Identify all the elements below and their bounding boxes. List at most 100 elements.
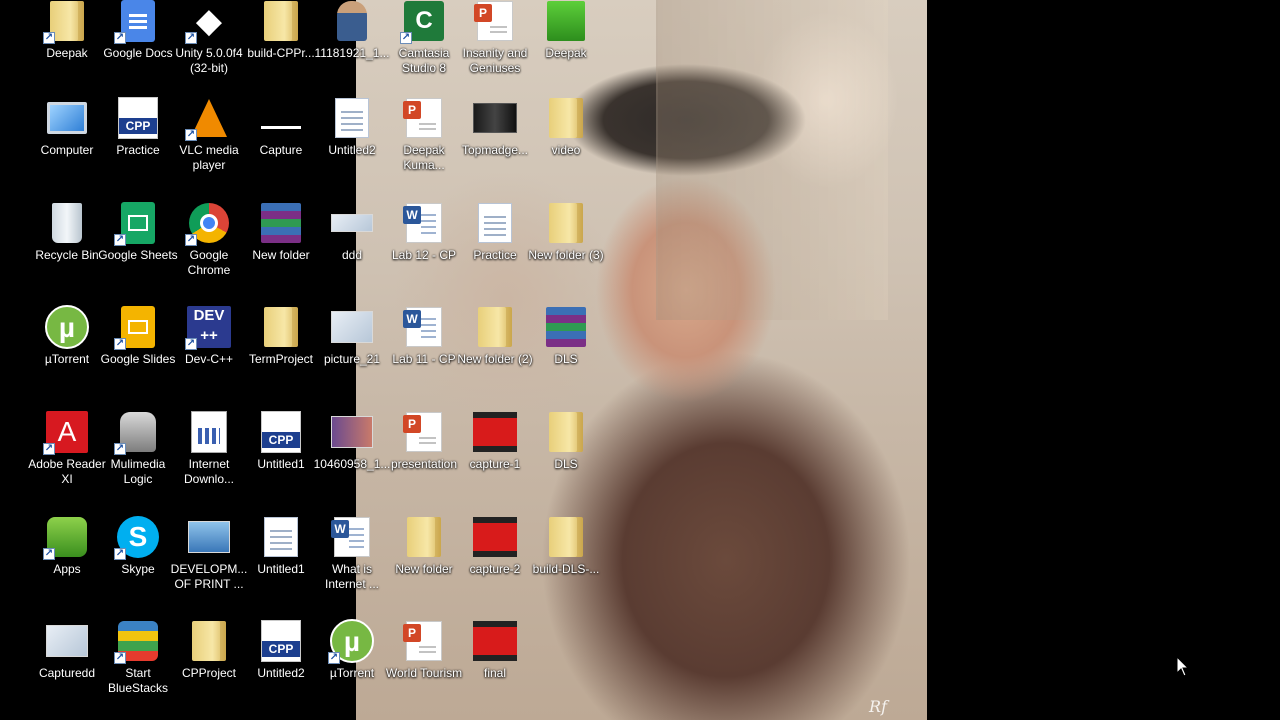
desktop-icon-photo-11181921[interactable]: 11181921_1...: [314, 0, 390, 100]
desktop-icon-label: Google Slides: [100, 352, 176, 366]
desktop-icon-topmadge[interactable]: Topmadge...: [457, 97, 533, 197]
desktop-icon-label: Recycle Bin: [35, 248, 99, 262]
desktop-icon-ddd[interactable]: ddd: [314, 202, 390, 302]
desktop-icon-camtasia[interactable]: C ↗ Camtasia Studio 8: [386, 0, 462, 100]
desktop-icon-untitled2-image[interactable]: Untitled2: [314, 97, 390, 197]
google-docs-icon: ↗: [114, 0, 160, 44]
desktop-icon-what-is-internet[interactable]: What is Internet ...: [314, 516, 390, 616]
desktop-icon-label: Untitled1: [257, 457, 305, 471]
desktop-icon-utorrent-2[interactable]: µ ↗ µTorrent: [314, 619, 390, 720]
desktop-icon-new-folder-2-folder[interactable]: New folder (2): [457, 306, 533, 406]
desktop-icon-label: DEVELOPM... OF PRINT ...: [170, 562, 248, 591]
desktop-icon-start-bluestacks[interactable]: ↗ Start BlueStacks: [100, 620, 176, 720]
desktop-icon-utorrent[interactable]: µ µTorrent: [29, 305, 105, 406]
desktop-icon-label: µTorrent: [44, 352, 90, 366]
green-image-icon: [544, 0, 588, 42]
desktop-icon-capture-1[interactable]: capture-1: [457, 411, 533, 511]
desktop-icon-label: DLS: [554, 352, 578, 366]
desktop-icon-untitled1-image[interactable]: Untitled1: [243, 516, 319, 616]
utorrent-icon: µ ↗: [328, 619, 374, 664]
cpp-file-icon: CPP: [116, 97, 160, 139]
image-icon: [330, 202, 374, 244]
desktop-icon-untitled2-cpp[interactable]: CPP Untitled2: [243, 620, 319, 720]
desktop-icon-new-folder-archive[interactable]: New folder: [243, 202, 319, 302]
desktop-icon-unity[interactable]: ◆ ↗ Unity 5.0.0f4 (32-bit): [171, 0, 247, 100]
desktop-icon-practice-image[interactable]: Practice: [457, 202, 533, 302]
desktop-icon-label: Lab 12 - CP: [391, 248, 457, 262]
desktop-icon-practice-cpp[interactable]: CPP Practice: [100, 97, 176, 197]
image-icon: [259, 516, 303, 558]
desktop-icon-label: World Tourism: [385, 666, 463, 680]
desktop-icon-label: 11181921_1...: [314, 46, 390, 60]
desktop-icon-label: Insanity and Geniuses: [462, 46, 528, 75]
desktop-icon-insanity-geniuses[interactable]: Insanity and Geniuses: [457, 0, 533, 100]
image-icon: [330, 306, 374, 348]
image-icon: [187, 516, 231, 558]
desktop-icon-mulimedia-logic[interactable]: ↗ Mulimedia Logic: [100, 411, 176, 511]
desktop-icon-presentation[interactable]: presentation: [386, 411, 462, 511]
unity-icon: ◆ ↗: [185, 2, 223, 44]
apps-icon: ↗: [43, 516, 89, 560]
desktop-icon-new-folder-2[interactable]: New folder: [386, 516, 462, 616]
desktop-icon-deepak-user[interactable]: ↗ Deepak: [29, 0, 105, 100]
computer-icon: [45, 97, 89, 139]
desktop-icon-lab-11-cp[interactable]: Lab 11 - CP: [386, 306, 462, 406]
desktop-icon-picture-21[interactable]: picture_21: [314, 306, 390, 406]
google-slides-icon: ↗: [114, 306, 160, 350]
desktop-icon-label: New folder: [395, 562, 453, 576]
photo-icon: [330, 411, 374, 453]
desktop-icon-dls-archive[interactable]: DLS: [528, 306, 604, 406]
desktop-icon-label: build-DLS-...: [532, 562, 600, 576]
desktop-icon-label: Lab 11 - CP: [392, 352, 456, 366]
desktop-icon-new-folder-3[interactable]: New folder (3): [528, 202, 604, 302]
desktop-icon-dls-folder[interactable]: DLS: [528, 411, 604, 511]
desktop-icon-label: Mulimedia Logic: [110, 457, 166, 486]
desktop-icon-label: final: [483, 666, 506, 680]
word-icon: [402, 202, 446, 244]
desktop-icon-world-tourism[interactable]: World Tourism: [386, 620, 462, 720]
desktop-icon-capture-2[interactable]: capture-2: [457, 516, 533, 616]
desktop-icon-build-cppr[interactable]: build-CPPr...: [243, 0, 319, 100]
desktop-icon-development-of-print[interactable]: DEVELOPM... OF PRINT ...: [171, 516, 247, 616]
word-icon: [330, 516, 374, 558]
desktop-icon-skype[interactable]: S ↗ Skype: [100, 516, 176, 616]
desktop-icon-adobe-reader[interactable]: A ↗ Adobe Reader XI: [28, 411, 106, 511]
desktop-icon-video-folder[interactable]: video: [528, 97, 604, 197]
video-icon: [473, 620, 517, 662]
desktop-icon-internet-download[interactable]: Internet Downlo...: [171, 411, 247, 511]
powerpoint-icon: [402, 411, 446, 453]
recycle-bin-icon: [45, 202, 89, 244]
desktop-icon-label: Internet Downlo...: [183, 457, 235, 486]
desktop-icon-recycle-bin[interactable]: Recycle Bin: [29, 202, 105, 302]
desktop-icon-label: capture-1: [469, 457, 521, 471]
folder-icon: [544, 411, 588, 453]
desktop-icon-cpproject[interactable]: CPProject: [171, 620, 247, 720]
desktop-icon-computer[interactable]: Computer: [29, 97, 105, 197]
google-sheets-icon: ↗: [114, 202, 160, 246]
desktop-icon-dev-cpp[interactable]: DEV ++ ↗ Dev-C++: [171, 306, 247, 406]
wallpaper-signature: Rf: [869, 697, 887, 716]
desktop-icon-label: Untitled2: [257, 666, 305, 680]
desktop-icon-google-sheets[interactable]: ↗ Google Sheets: [98, 202, 178, 302]
desktop-icon-build-dls[interactable]: build-DLS-...: [528, 516, 604, 616]
desktop-icon-photo-10460958[interactable]: 10460958_1...: [314, 411, 390, 511]
desktop-icon-capture[interactable]: Capture: [243, 97, 319, 197]
desktop-icon-deepak-kuma[interactable]: Deepak Kuma...: [386, 97, 462, 197]
video-icon: [473, 411, 517, 453]
desktop-icon-label: Deepak: [46, 46, 88, 60]
desktop-icon-apps[interactable]: ↗ Apps: [29, 516, 105, 616]
desktop-icon-vlc[interactable]: ↗ VLC media player: [171, 97, 247, 197]
desktop-icon-google-chrome[interactable]: ↗ Google Chrome: [171, 202, 247, 302]
desktop-icon-google-slides[interactable]: ↗ Google Slides: [100, 306, 176, 406]
desktop-icon-deepak-image[interactable]: Deepak: [528, 0, 604, 100]
folder-icon: [544, 516, 588, 558]
desktop-icon-termproject[interactable]: TermProject: [243, 306, 319, 406]
desktop-icon-label: What is Internet ...: [324, 562, 380, 591]
desktop-icon-final[interactable]: final: [457, 620, 533, 720]
desktop-icon-lab-12-cp[interactable]: Lab 12 - CP: [386, 202, 462, 302]
image-icon: [473, 202, 517, 244]
desktop-icon-google-docs[interactable]: ↗ Google Docs: [100, 0, 176, 100]
desktop-icon-untitled1-cpp[interactable]: CPP Untitled1: [243, 411, 319, 511]
cpp-file-icon: CPP: [259, 620, 303, 662]
desktop-icon-capturedd[interactable]: Capturedd: [29, 620, 105, 720]
